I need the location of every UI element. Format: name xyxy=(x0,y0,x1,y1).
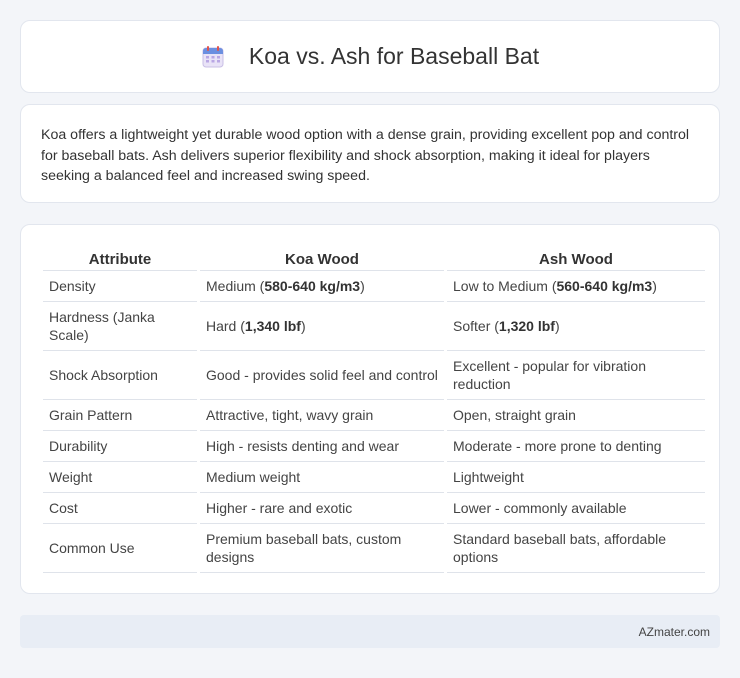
cell-koa: Good - provides solid feel and control xyxy=(200,351,444,400)
table-card: Attribute Koa Wood Ash Wood Density Mediu… xyxy=(20,224,720,594)
table-row: Weight Medium weight Lightweight xyxy=(43,462,705,493)
cell-text: Excellent - popular for vibration reduct… xyxy=(453,358,646,392)
cell-attribute: Density xyxy=(43,271,197,302)
cell-koa: Premium baseball bats, custom designs xyxy=(200,524,444,573)
cell-text: High - resists denting and wear xyxy=(206,438,399,454)
cell-attribute: Grain Pattern xyxy=(43,400,197,431)
footer-brand: AZmater.com xyxy=(638,624,710,639)
cell-text: Medium ( xyxy=(206,278,265,294)
intro-text: Koa offers a lightweight yet durable woo… xyxy=(41,127,690,184)
cell-ash: Lightweight xyxy=(447,462,705,493)
cell-text: Hard ( xyxy=(206,318,245,334)
cell-koa: High - resists denting and wear xyxy=(200,431,444,462)
cell-attribute: Weight xyxy=(43,462,197,493)
cell-attribute: Hardness (Janka Scale) xyxy=(43,302,197,351)
cell-koa: Medium (580-640 kg/m3) xyxy=(200,271,444,302)
title-card: Koa vs. Ash for Baseball Bat xyxy=(20,20,720,93)
footer: AZmater.com xyxy=(20,615,720,648)
cell-text: Low to Medium ( xyxy=(453,278,557,294)
cell-koa: Hard (1,340 lbf) xyxy=(200,302,444,351)
cell-ash: Softer (1,320 lbf) xyxy=(447,302,705,351)
table-row: Grain Pattern Attractive, tight, wavy gra… xyxy=(43,400,705,431)
cell-value-strong: 1,320 lbf xyxy=(498,318,555,334)
cell-text: Medium weight xyxy=(206,469,301,485)
column-header-attribute: Attribute xyxy=(43,245,197,271)
cell-text: ) xyxy=(300,318,306,334)
cell-attribute: Cost xyxy=(43,493,197,524)
cell-text: Lower - commonly available xyxy=(453,500,627,516)
table-header-row: Attribute Koa Wood Ash Wood xyxy=(43,245,705,271)
table-row: Cost Higher - rare and exotic Lower - comm… xyxy=(43,493,705,524)
cell-text: Good - provides solid feel and control xyxy=(206,367,438,383)
cell-attribute: Durability xyxy=(43,431,197,462)
table-row: Shock Absorption Good - provides solid fe… xyxy=(43,351,705,400)
cell-ash: Moderate - more prone to denting xyxy=(447,431,705,462)
cell-ash: Open, straight grain xyxy=(447,400,705,431)
comparison-table: Attribute Koa Wood Ash Wood Density Mediu… xyxy=(40,245,708,573)
column-header-ash: Ash Wood xyxy=(447,245,705,271)
cell-text: ) xyxy=(554,318,560,334)
cell-text: Standard baseball bats, affordable optio… xyxy=(453,531,667,565)
cell-koa: Higher - rare and exotic xyxy=(200,493,444,524)
cell-text: Open, straight grain xyxy=(453,407,576,423)
cell-text: ) xyxy=(652,278,657,294)
cell-koa: Attractive, tight, wavy grain xyxy=(200,400,444,431)
page-title: Koa vs. Ash for Baseball Bat xyxy=(248,43,540,69)
table-row: Durability High - resists denting and wea… xyxy=(43,431,705,462)
column-header-koa: Koa Wood xyxy=(200,245,444,271)
table-row: Common Use Premium baseball bats, custom … xyxy=(43,524,705,573)
cell-text: ) xyxy=(360,278,365,294)
cell-ash: Excellent - popular for vibration reduct… xyxy=(447,351,705,400)
cell-ash: Lower - commonly available xyxy=(447,493,705,524)
intro-card: Koa offers a lightweight yet durable woo… xyxy=(20,104,720,203)
table-row: Density Medium (580-640 kg/m3) Low to Medi… xyxy=(43,271,705,302)
cell-text: Moderate - more prone to denting xyxy=(453,438,662,454)
cell-attribute: Common Use xyxy=(43,524,197,573)
cell-value-strong: 1,340 lbf xyxy=(244,318,301,334)
cell-text: Higher - rare and exotic xyxy=(206,500,353,516)
calendar-icon xyxy=(202,45,224,67)
cell-ash: Low to Medium (560-640 kg/m3) xyxy=(447,271,705,302)
cell-text: Lightweight xyxy=(453,469,524,485)
cell-attribute: Shock Absorption xyxy=(43,351,197,400)
cell-ash: Standard baseball bats, affordable optio… xyxy=(447,524,705,573)
cell-text: Softer ( xyxy=(453,318,499,334)
cell-text: Attractive, tight, wavy grain xyxy=(206,407,374,423)
cell-koa: Medium weight xyxy=(200,462,444,493)
cell-value-strong: 580-640 kg/m3 xyxy=(264,278,361,294)
cell-value-strong: 560-640 kg/m3 xyxy=(556,278,653,294)
cell-text: Premium baseball bats, custom designs xyxy=(206,531,402,565)
table-row: Hardness (Janka Scale) Hard (1,340 lbf) So… xyxy=(43,302,705,351)
